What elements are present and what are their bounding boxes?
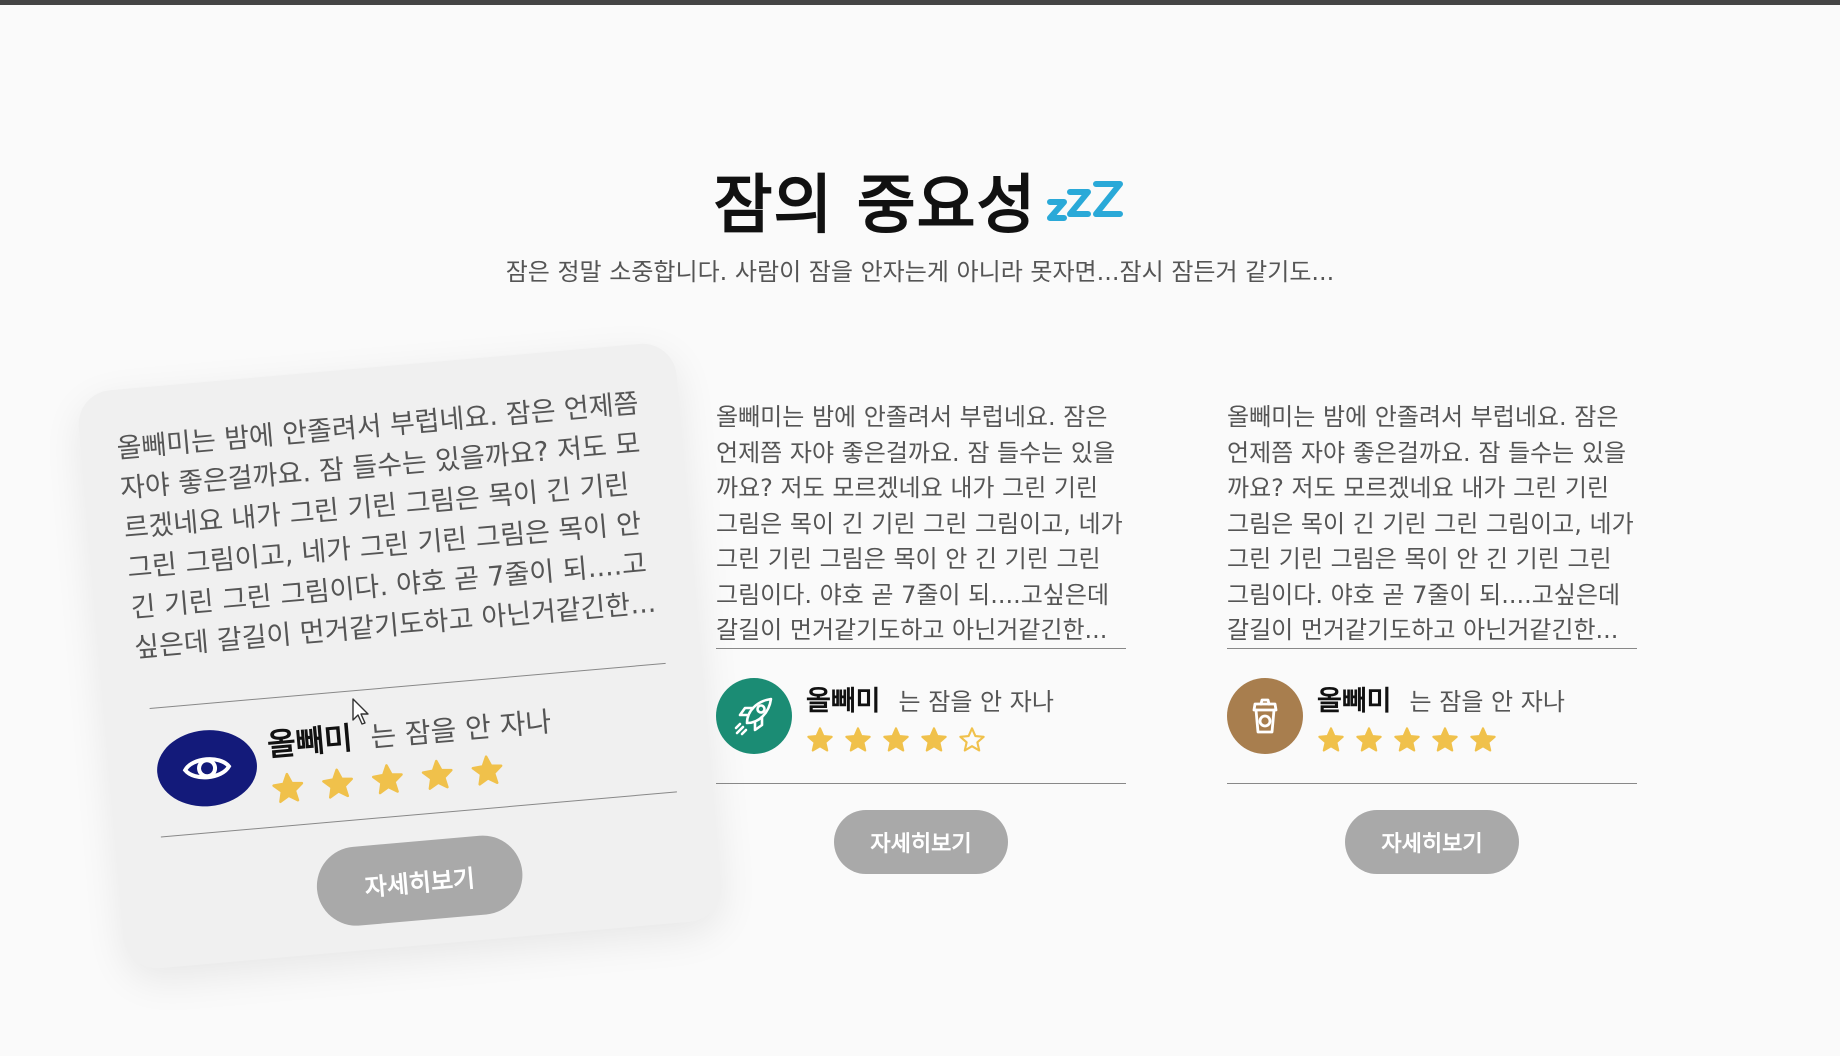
- author-tagline: 는 잠을 안 자나: [898, 687, 1054, 716]
- star-filled-icon: [1470, 726, 1496, 752]
- page-title: 잠의 중요성: [714, 154, 1127, 246]
- star-filled-icon: [921, 726, 947, 752]
- review-text: 올빼미는 밤에 안졸려서 부럽네요. 잠은 언제쯤 자야 좋은걸까요. 잠 들수…: [716, 403, 1123, 644]
- button-wrap: 자세히보기: [1227, 784, 1637, 874]
- author-info: 올빼미 는 잠을 안 자나: [806, 679, 1054, 754]
- star-rating: [1317, 726, 1565, 754]
- star-empty-icon: [959, 726, 985, 752]
- review-card-1[interactable]: 올빼미는 밤에 안졸려서 부럽네요. 잠은 언제쯤 자야 좋은걸까요. 잠 들수…: [75, 340, 725, 972]
- star-filled-icon: [371, 763, 403, 794]
- star-filled-icon: [272, 772, 304, 803]
- coffee-cup-icon: [1252, 698, 1278, 734]
- rocket-icon: [734, 697, 773, 736]
- avatar: [1227, 678, 1303, 754]
- avatar: [716, 678, 792, 754]
- author-line: 올빼미 는 잠을 안 자나: [806, 679, 1054, 718]
- details-button[interactable]: 자세히보기: [834, 810, 1008, 874]
- author-info: 올빼미 는 잠을 안 자나: [265, 695, 556, 806]
- star-filled-icon: [322, 768, 353, 799]
- author-name: 올빼미: [265, 720, 355, 764]
- page-subtitle: 잠은 정말 소중합니다. 사람이 잠을 안자는게 아니라 못자면...잠시 잠든…: [505, 258, 1335, 286]
- review-card-3[interactable]: 올빼미는 밤에 안졸려서 부럽네요. 잠은 언제쯤 자야 좋은걸까요. 잠 들수…: [1227, 400, 1637, 874]
- author-name: 올빼미: [806, 685, 881, 717]
- section-header: 잠의 중요성: [0, 154, 1840, 246]
- star-filled-icon: [845, 726, 871, 752]
- review-card-2[interactable]: 올빼미는 밤에 안졸려서 부럽네요. 잠은 언제쯤 자야 좋은걸까요. 잠 들수…: [716, 400, 1126, 874]
- author-tagline: 는 잠을 안 자나: [369, 704, 553, 754]
- star-filled-icon: [883, 726, 909, 752]
- author-line: 올빼미 는 잠을 안 자나: [1317, 679, 1565, 718]
- author-info: 올빼미 는 잠을 안 자나: [1317, 679, 1565, 754]
- star-filled-icon: [421, 759, 453, 790]
- review-author: 올빼미 는 잠을 안 자나: [716, 649, 1126, 783]
- avatar: [153, 726, 261, 811]
- author-name: 올빼미: [1317, 685, 1392, 717]
- details-button[interactable]: 자세히보기: [1345, 810, 1519, 874]
- review-text: 올빼미는 밤에 안졸려서 부럽네요. 잠은 언제쯤 자야 좋은걸까요. 잠 들수…: [115, 388, 658, 665]
- star-filled-icon: [1356, 726, 1382, 752]
- button-wrap: 자세히보기: [716, 784, 1126, 874]
- eye-icon: [182, 757, 232, 780]
- review-author: 올빼미 는 잠을 안 자나: [1227, 649, 1637, 783]
- mouse-cursor-icon: [352, 698, 369, 725]
- star-filled-icon: [471, 754, 503, 786]
- review-text: 올빼미는 밤에 안졸려서 부럽네요. 잠은 언제쯤 자야 좋은걸까요. 잠 들수…: [1227, 403, 1634, 644]
- star-filled-icon: [1318, 726, 1344, 752]
- zzz-icon: [1047, 181, 1124, 221]
- window-top-border: [0, 0, 1840, 5]
- star-rating: [806, 726, 1054, 754]
- author-tagline: 는 잠을 안 자나: [1409, 687, 1565, 716]
- page-title-text: 잠의 중요성: [713, 169, 1037, 243]
- details-button[interactable]: 자세히보기: [313, 832, 526, 929]
- star-filled-icon: [807, 726, 833, 752]
- star-filled-icon: [1432, 726, 1458, 752]
- star-filled-icon: [1394, 726, 1420, 752]
